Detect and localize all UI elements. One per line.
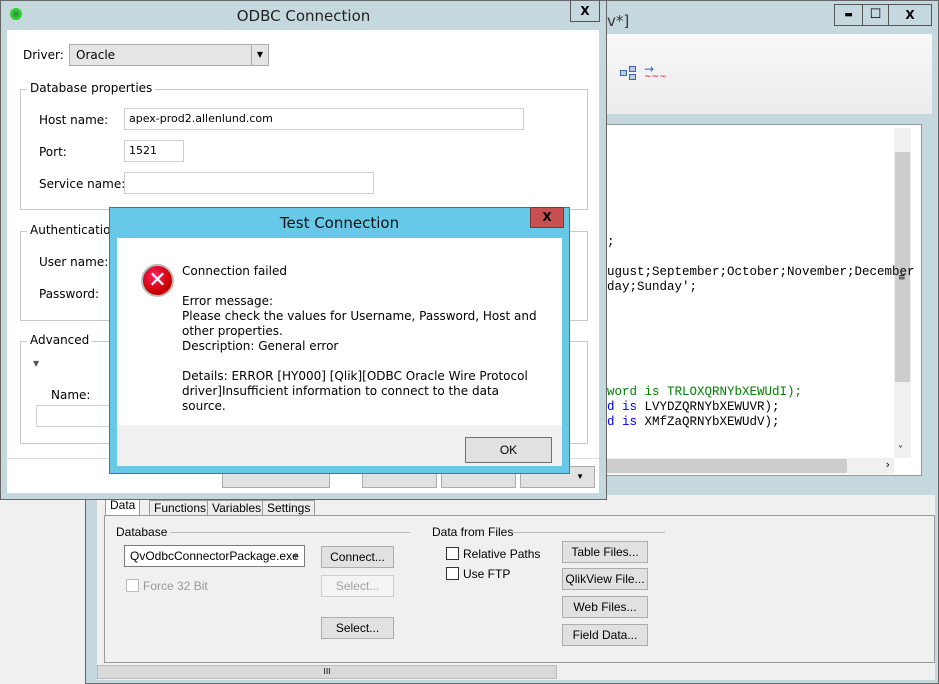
close-button[interactable]: X <box>889 5 931 25</box>
error-heading: Connection failed <box>182 264 287 278</box>
error-icon: ✕ <box>141 264 174 297</box>
tab-functions[interactable]: Functions <box>149 500 212 516</box>
use-ftp-checkbox[interactable]: Use FTP <box>446 567 510 581</box>
port-input[interactable]: 1521 <box>124 140 184 162</box>
error-label: Error message: <box>182 294 274 308</box>
code-line: d is XMfZaQRNYbXEWUdV); <box>607 415 780 429</box>
host-input[interactable]: apex-prod2.allenlund.com <box>124 108 524 130</box>
data-panel <box>104 515 935 663</box>
maximize-button[interactable]: ☐ <box>863 5 889 25</box>
driver-label: Driver: <box>23 48 64 62</box>
minimize-button[interactable]: ▬ <box>835 5 863 25</box>
test-close-button[interactable]: X <box>530 207 564 228</box>
name-input[interactable] <box>36 405 116 427</box>
code-line: ; <box>607 235 615 249</box>
force-32-bit-checkbox[interactable]: Force 32 Bit <box>126 579 208 593</box>
code-line: d is LVYDZQRNYbXEWUVR); <box>607 400 780 414</box>
code-line: ugust;September;October;November;Decembe… <box>607 265 915 279</box>
select-button-disabled[interactable]: Select... <box>321 575 394 597</box>
name-label: Name: <box>51 388 91 402</box>
error-text: Connection failed Error message: Please … <box>182 264 537 414</box>
chevron-down-icon: ▼ <box>291 551 300 561</box>
service-label: Service name: <box>39 177 126 191</box>
select-button[interactable]: Select... <box>321 617 394 639</box>
web-files-button[interactable]: Web Files... <box>562 596 648 618</box>
driver-select[interactable]: Oracle ▼ <box>69 44 269 66</box>
relative-paths-checkbox[interactable]: Relative Paths <box>446 547 540 561</box>
table-structure-icon[interactable] <box>620 66 637 80</box>
error-message: Please check the values for Username, Pa… <box>182 309 537 338</box>
odbc-close-button[interactable]: X <box>570 0 600 22</box>
error-description: Description: General error <box>182 339 339 353</box>
service-input[interactable] <box>124 172 374 194</box>
syntax-check-icon[interactable]: → ~~~ <box>644 63 667 82</box>
test-title: Test Connection <box>279 214 400 232</box>
connector-select[interactable]: QvOdbcConnectorPackage.exe ▼ <box>124 545 305 567</box>
code-line: day;Sunday'; <box>607 280 698 294</box>
main-title-fragment: v*] <box>607 12 630 30</box>
divider <box>512 532 665 533</box>
error-details: Details: ERROR [HY000] [Qlik][ODBC Oracl… <box>182 369 528 413</box>
connect-button[interactable]: Connect... <box>321 546 394 568</box>
horizontal-scrollbar[interactable]: › <box>607 458 894 474</box>
vertical-scrollbar[interactable]: ≡ ˅ <box>894 128 911 458</box>
tab-variables[interactable]: Variables <box>207 500 267 516</box>
ok-button[interactable]: OK <box>465 437 552 463</box>
odbc-title: ODBC Connection <box>236 7 371 25</box>
port-label: Port: <box>39 145 67 159</box>
window-controls: ▬ ☐ X <box>834 4 932 26</box>
host-label: Host name: <box>39 113 109 127</box>
tab-settings[interactable]: Settings <box>262 500 316 516</box>
qlikview-file-button[interactable]: QlikView File... <box>562 568 648 590</box>
data-from-files-label: Data from Files <box>432 525 514 539</box>
chevron-down-icon: ▼ <box>251 45 268 65</box>
database-label: Database <box>116 525 168 539</box>
divider <box>170 532 410 533</box>
user-label: User name: <box>39 255 109 269</box>
password-label: Password: <box>39 287 100 301</box>
expand-triangle-icon[interactable]: ▼ <box>33 359 39 368</box>
bottom-scrollbar[interactable]: III <box>97 664 935 680</box>
table-files-button[interactable]: Table Files... <box>562 541 648 563</box>
field-data-button[interactable]: Field Data... <box>562 624 648 646</box>
code-line: word is TRLOXQRNYbXEWUdI); <box>607 385 803 399</box>
